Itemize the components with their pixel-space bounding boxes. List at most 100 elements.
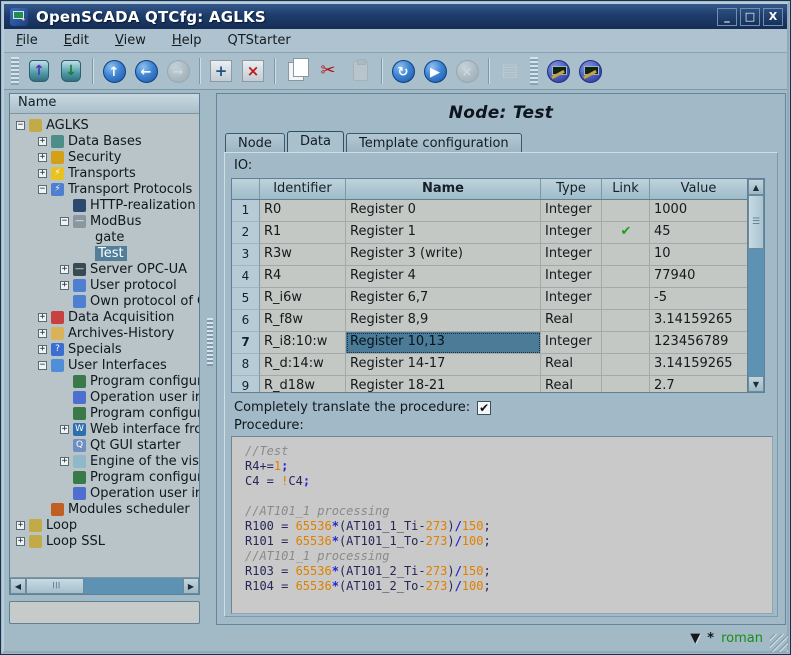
cell-value[interactable]: 3.14159265: [650, 354, 747, 376]
expand-icon[interactable]: +: [16, 537, 25, 546]
row-number[interactable]: 5: [232, 288, 260, 310]
add-item-button[interactable]: +: [206, 56, 236, 86]
back-button[interactable]: ←: [131, 56, 161, 86]
delete-item-button[interactable]: ×: [238, 56, 268, 86]
close-button[interactable]: X: [763, 8, 783, 26]
menu-item-qtstarter[interactable]: QTStarter: [227, 33, 290, 48]
tree-item-qt-gui-starter[interactable]: QQt GUI starter: [10, 437, 199, 453]
tree-item-web-interface-fro[interactable]: +WWeb interface fro: [10, 421, 199, 437]
cell-type[interactable]: Integer: [541, 222, 602, 244]
menu-item-view[interactable]: View: [115, 33, 146, 48]
cell-type[interactable]: Integer: [541, 332, 602, 354]
cell-name[interactable]: Register 3 (write): [346, 244, 541, 266]
cell-identifier[interactable]: R_f8w: [260, 310, 346, 332]
cell-name[interactable]: Register 14-17: [346, 354, 541, 376]
cell-value[interactable]: -5: [650, 288, 747, 310]
cell-value[interactable]: 10: [650, 244, 747, 266]
tree-item-program-configur[interactable]: Program configur: [10, 469, 199, 485]
tray-expand-icon[interactable]: ▼: [690, 631, 700, 646]
cell-identifier[interactable]: R_d:14:w: [260, 354, 346, 376]
tree-item-loop-ssl[interactable]: +Loop SSL: [10, 533, 199, 549]
copy-item-button[interactable]: [281, 56, 311, 86]
tab-node[interactable]: Node: [225, 133, 285, 153]
cell-name[interactable]: Register 6,7: [346, 288, 541, 310]
tree-item-modbus[interactable]: −—ModBus: [10, 213, 199, 229]
reload-button[interactable]: ↻: [388, 56, 418, 86]
table-vscroll-thumb[interactable]: [748, 195, 764, 249]
cell-link[interactable]: [602, 310, 650, 332]
cell-name[interactable]: Register 8,9: [346, 310, 541, 332]
cell-value[interactable]: 77940: [650, 266, 747, 288]
menu-item-edit[interactable]: Edit: [64, 33, 89, 48]
toolbar-grip-icon[interactable]: [11, 57, 19, 85]
cell-name[interactable]: Register 10,13: [346, 332, 541, 354]
table-vertical-scrollbar[interactable]: ▲ ▼: [747, 179, 764, 392]
expand-icon[interactable]: +: [38, 137, 47, 146]
up-button[interactable]: ↑: [99, 56, 129, 86]
row-number[interactable]: 6: [232, 310, 260, 332]
column-header-Link[interactable]: Link: [602, 179, 650, 199]
minimize-button[interactable]: _: [717, 8, 737, 26]
column-header-Identifier[interactable]: Identifier: [260, 179, 346, 199]
procedure-editor[interactable]: //TestR4+=1;C4 = !C4; //AT101_1 processi…: [231, 436, 773, 614]
tree-item-transports[interactable]: +⚡Transports: [10, 165, 199, 181]
row-number[interactable]: 8: [232, 354, 260, 376]
cell-link[interactable]: [602, 354, 650, 376]
cell-identifier[interactable]: R1: [260, 222, 346, 244]
toolbar-grip-icon[interactable]: [530, 57, 538, 85]
cell-value[interactable]: 2.7: [650, 376, 747, 392]
tree-item-user-interfaces[interactable]: −User Interfaces: [10, 357, 199, 373]
current-user[interactable]: roman: [721, 631, 763, 646]
start-button[interactable]: ▶: [420, 56, 450, 86]
save-to-db-button[interactable]: ↓: [56, 56, 86, 86]
cell-value[interactable]: 45: [650, 222, 747, 244]
column-header-num[interactable]: [232, 179, 260, 199]
tree-hscroll-track[interactable]: [84, 578, 183, 594]
row-number[interactable]: 2: [232, 222, 260, 244]
expand-icon[interactable]: +: [60, 281, 69, 290]
tree-item-data-acquisition[interactable]: +Data Acquisition: [10, 309, 199, 325]
cell-identifier[interactable]: R3w: [260, 244, 346, 266]
title-bar[interactable]: OpenSCADA QTCfg: AGLKS _ □ X: [4, 4, 787, 29]
expand-icon[interactable]: +: [60, 265, 69, 274]
cell-link[interactable]: [602, 376, 650, 392]
resize-grip[interactable]: [770, 634, 788, 652]
collapse-icon[interactable]: −: [38, 185, 47, 194]
tree-item-http-realization[interactable]: HTTP-realization: [10, 197, 199, 213]
cell-type[interactable]: Integer: [541, 288, 602, 310]
menu-item-help[interactable]: Help: [172, 33, 202, 48]
cut-item-button[interactable]: ✂: [313, 56, 343, 86]
cell-type[interactable]: Real: [541, 354, 602, 376]
row-number[interactable]: 4: [232, 266, 260, 288]
expand-icon[interactable]: +: [38, 153, 47, 162]
tree-item-own-protocol-of-c[interactable]: Own protocol of C: [10, 293, 199, 309]
cell-identifier[interactable]: R4: [260, 266, 346, 288]
tree-item-aglks[interactable]: −AGLKS: [10, 117, 199, 133]
tree-item-security[interactable]: +Security: [10, 149, 199, 165]
expand-icon[interactable]: +: [60, 425, 69, 434]
row-number[interactable]: 9: [232, 376, 260, 392]
expand-icon[interactable]: +: [38, 313, 47, 322]
tree-item-operation-user-ir[interactable]: Operation user ir: [10, 389, 199, 405]
expand-icon[interactable]: +: [38, 329, 47, 338]
cell-type[interactable]: Integer: [541, 244, 602, 266]
qtstarter-tool-button[interactable]: [575, 56, 605, 86]
cell-value[interactable]: 3.14159265: [650, 310, 747, 332]
scroll-left-icon[interactable]: ◀: [10, 578, 26, 594]
cell-identifier[interactable]: R0: [260, 200, 346, 222]
column-header-Name[interactable]: Name: [346, 179, 541, 199]
tree-item-program-configur[interactable]: Program configur: [10, 405, 199, 421]
tree-item-operation-user-ir[interactable]: Operation user ir: [10, 485, 199, 501]
column-header-Type[interactable]: Type: [541, 179, 602, 199]
cell-link[interactable]: [602, 266, 650, 288]
load-from-db-button[interactable]: ↑: [24, 56, 54, 86]
tree-item-archives-history[interactable]: +Archives-History: [10, 325, 199, 341]
cell-type[interactable]: Integer: [541, 266, 602, 288]
expand-icon[interactable]: +: [38, 345, 47, 354]
cell-type[interactable]: Real: [541, 376, 602, 392]
tree-header[interactable]: Name: [10, 94, 199, 114]
tree-item-loop[interactable]: +Loop: [10, 517, 199, 533]
tree-horizontal-scrollbar[interactable]: ◀ ▶: [10, 577, 199, 594]
tree-item-program-configur[interactable]: Program configur: [10, 373, 199, 389]
cell-type[interactable]: Integer: [541, 200, 602, 222]
